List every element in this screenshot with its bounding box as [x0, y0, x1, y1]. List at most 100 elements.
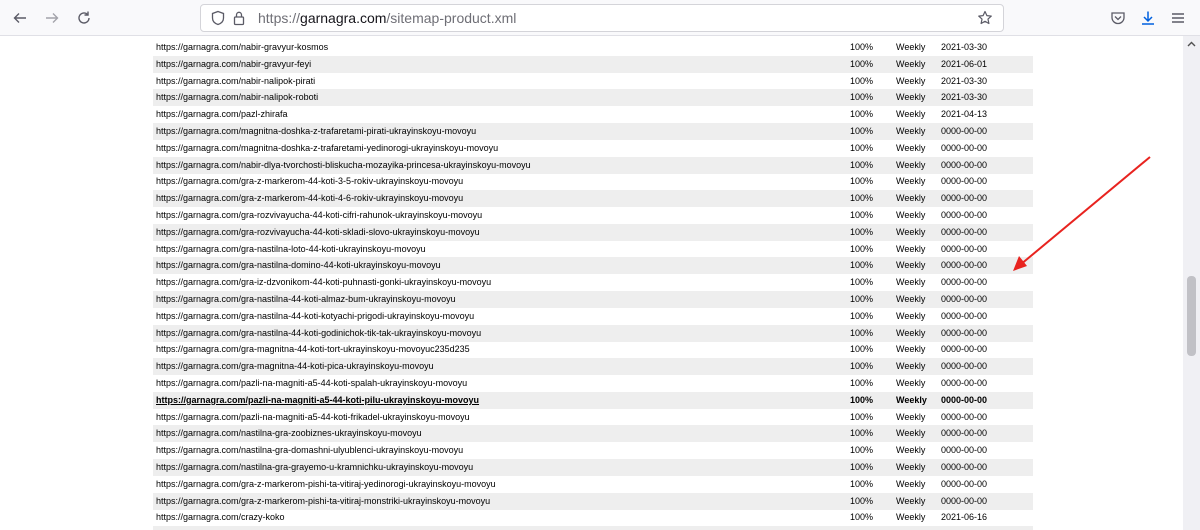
table-row: https://garnagra.com/gra-z-markerom-44-k…: [153, 173, 1033, 190]
row-url-link[interactable]: https://garnagra.com/gra-z-markerom-pish…: [156, 493, 490, 510]
row-lastmod: 2021-06-10: [941, 526, 987, 530]
row-frequency: Weekly: [896, 327, 926, 338]
row-url-link[interactable]: https://garnagra.com/pazli-na-magniti-a5…: [156, 409, 470, 426]
lock-icon[interactable]: [233, 5, 245, 31]
row-url-link[interactable]: https://garnagra.com/nastilna-gra-zoobiz…: [156, 425, 422, 442]
row-url-link[interactable]: https://garnagra.com/crazy-koko: [156, 509, 285, 526]
row-priority: 100%: [850, 92, 874, 103]
back-button[interactable]: [6, 0, 34, 36]
row-lastmod: 0000-00-00: [941, 378, 988, 388]
row-url-link[interactable]: https://garnagra.com/nabir-gravyur-feyi: [156, 56, 311, 73]
url-path: /sitemap-product.xml: [386, 10, 517, 26]
row-url-link[interactable]: https://garnagra.com/gra-nastilna-44-kot…: [156, 291, 456, 308]
row-priority: 100%: [850, 210, 874, 220]
row-url-link[interactable]: https://garnagra.com/pazl-zhirafa: [156, 106, 288, 123]
arrow-left-icon: [13, 13, 26, 23]
row-url-link[interactable]: https://garnagra.com/gra-z-markerom-44-k…: [156, 190, 463, 207]
pocket-button[interactable]: [1104, 0, 1132, 36]
row-frequency: Weekly: [896, 193, 926, 204]
row-priority: 100%: [850, 142, 874, 153]
hamburger-menu-icon: [1172, 13, 1184, 23]
row-priority: 100%: [850, 327, 874, 338]
row-url-link[interactable]: https://garnagra.com/gra-nastilna-domino…: [156, 257, 441, 274]
row-url-link[interactable]: https://garnagra.com/gra-nastilna-44-kot…: [156, 308, 474, 325]
row-frequency: Weekly: [896, 226, 926, 237]
table-row: https://garnagra.com/pazli-na-magniti-a5…: [153, 391, 1033, 409]
row-priority: 100%: [850, 42, 874, 52]
row-frequency: Weekly: [896, 526, 925, 530]
row-frequency: Weekly: [896, 176, 926, 187]
table-row: https://garnagra.com/pazli-na-magniti-a5…: [153, 375, 1033, 392]
row-priority: 100%: [850, 495, 874, 506]
browser-toolbar: https://garnagra.com/sitemap-product.xml: [0, 0, 1200, 36]
row-url-link[interactable]: https://garnagra.com/pazli-na-magniti-a5…: [156, 392, 479, 409]
scroll-up-button[interactable]: [1183, 36, 1200, 52]
row-frequency: Weekly: [896, 277, 926, 288]
row-priority: 100%: [850, 243, 874, 254]
row-frequency: Weekly: [896, 109, 926, 120]
row-url-link[interactable]: https://garnagra.com/nastilna-gra-grayem…: [156, 459, 473, 476]
row-lastmod: 0000-00-00: [941, 210, 988, 220]
row-url-link[interactable]: https://garnagra.com/nabir-nalipok-pirat…: [156, 73, 315, 90]
row-lastmod: 0000-00-00: [941, 142, 988, 153]
row-frequency: Weekly: [896, 142, 926, 153]
row-url-link[interactable]: https://garnagra.com/magnitna-doshka-z-t…: [156, 140, 498, 157]
row-lastmod: 2021-04-13: [941, 109, 988, 120]
forward-button[interactable]: [38, 0, 66, 36]
row-url-link[interactable]: https://garnagra.com/gra-magnitna-44-kot…: [156, 341, 470, 358]
scrollbar-thumb[interactable]: [1187, 276, 1196, 356]
row-lastmod: 2021-06-16: [941, 512, 988, 523]
row-lastmod: 0000-00-00: [941, 159, 988, 170]
row-frequency: Weekly: [896, 344, 926, 355]
url-scheme: https://: [258, 10, 301, 26]
row-lastmod: 0000-00-00: [941, 411, 988, 422]
vertical-scrollbar[interactable]: [1183, 36, 1200, 530]
downloads-button[interactable]: [1134, 0, 1162, 36]
row-url-link[interactable]: https://garnagra.com/nabir-dlya-tvorchos…: [156, 157, 531, 174]
row-lastmod: 0000-00-00: [941, 478, 988, 489]
row-lastmod: 0000-00-00: [941, 126, 988, 136]
row-url-link[interactable]: https://garnagra.com/nabir-nalipok-robot…: [156, 89, 318, 106]
row-lastmod: 2021-06-01: [941, 58, 988, 69]
menu-button[interactable]: [1164, 0, 1192, 36]
row-frequency: Weekly: [896, 361, 926, 372]
row-frequency: Weekly: [896, 126, 926, 136]
row-url-link[interactable]: https://garnagra.com/gra-nastilna-44-kot…: [156, 325, 481, 342]
row-lastmod: 0000-00-00: [941, 394, 988, 405]
row-priority: 100%: [850, 344, 874, 355]
row-url-link[interactable]: https://garnagra.com/gra-z-markerom-pish…: [156, 476, 496, 493]
chevron-up-icon: [1187, 41, 1196, 47]
row-url-link[interactable]: https://garnagra.com/gra-iz-dzvonikom-44…: [156, 274, 491, 291]
table-row: https://garnagra.com/pazl-zhirafa 100% Wee…: [153, 106, 1033, 123]
row-url-link[interactable]: https://garnagra.com/magnitna-doshka-z-t…: [156, 123, 476, 140]
shield-icon[interactable]: [211, 5, 225, 31]
table-row: https://garnagra.com/nastilna-gra-grayem…: [153, 459, 1033, 476]
row-url-link[interactable]: https://garnagra.com/gra-rozvivayucha-44…: [156, 207, 482, 224]
row-frequency: Weekly: [896, 310, 926, 321]
row-frequency: Weekly: [896, 42, 926, 52]
row-url-link[interactable]: https://garnagra.com/gra-nastilna-loto-4…: [156, 241, 426, 258]
row-priority: 100%: [850, 58, 874, 69]
sitemap-table: https://garnagra.com/nabir-gravyur-kosmo…: [0, 36, 1183, 530]
row-url-link[interactable]: https://garnagra.com/gra-rozvivayucha-44…: [156, 224, 480, 241]
row-url-link[interactable]: https://garnagra.com/nastilna-gra-domash…: [156, 442, 463, 459]
row-url-link[interactable]: https://garnagra.com/crazy-koko-vesela-s…: [156, 526, 445, 530]
bookmark-star-icon[interactable]: [977, 5, 993, 31]
row-url-link[interactable]: https://garnagra.com/gra-magnitna-44-kot…: [156, 358, 434, 375]
row-priority: 100%: [850, 277, 874, 288]
row-lastmod: 0000-00-00: [941, 344, 988, 355]
table-row: https://garnagra.com/gra-rozvivayucha-44…: [153, 207, 1033, 224]
table-row: https://garnagra.com/magnitna-doshka-z-t…: [153, 140, 1033, 157]
row-url-link[interactable]: https://garnagra.com/nabir-gravyur-kosmo…: [156, 39, 328, 56]
reload-button[interactable]: [70, 0, 98, 36]
pocket-icon: [1111, 12, 1125, 25]
table-row: https://garnagra.com/gra-z-markerom-pish…: [153, 492, 1033, 510]
row-url-link[interactable]: https://garnagra.com/pazli-na-magniti-a5…: [156, 375, 467, 392]
address-bar[interactable]: https://garnagra.com/sitemap-product.xml: [200, 4, 1004, 32]
row-priority: 100%: [850, 294, 874, 304]
url-text[interactable]: https://garnagra.com/sitemap-product.xml: [258, 10, 516, 26]
table-row: https://garnagra.com/gra-magnitna-44-kot…: [153, 358, 1033, 376]
row-priority: 100%: [850, 462, 874, 472]
row-priority: 100%: [850, 126, 874, 136]
row-url-link[interactable]: https://garnagra.com/gra-z-markerom-44-k…: [156, 173, 463, 190]
